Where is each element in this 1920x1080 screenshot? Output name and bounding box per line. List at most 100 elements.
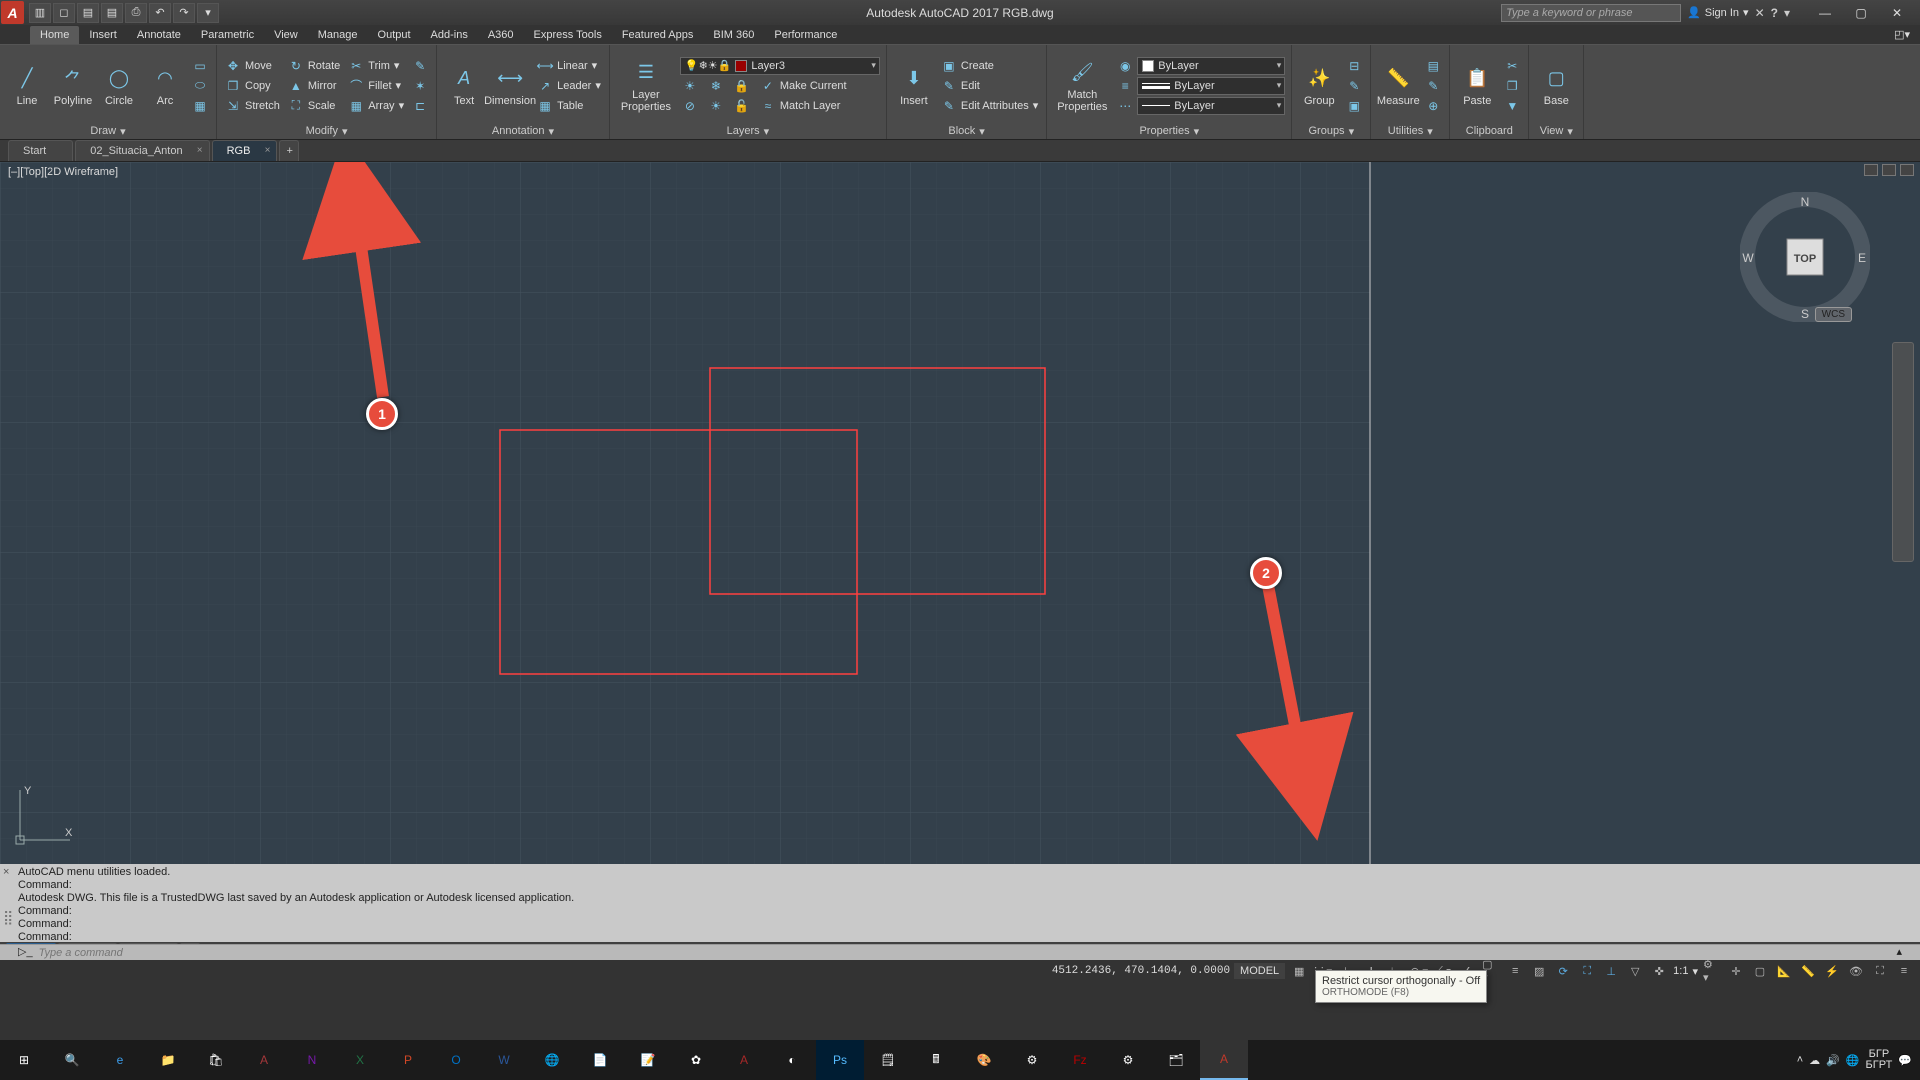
settings-icon[interactable]: ⚙ <box>1104 1040 1152 1080</box>
insert-button[interactable]: ⬇Insert <box>893 65 935 107</box>
linetype-icon[interactable]: ⋯ <box>1115 97 1135 115</box>
text-button[interactable]: AText <box>443 65 485 107</box>
color-combo[interactable]: ByLayer▾ <box>1137 57 1285 75</box>
group-button[interactable]: ✨Group <box>1298 65 1340 107</box>
util-3-icon[interactable]: ⊕ <box>1423 97 1443 115</box>
match-properties-button[interactable]: 🖌Match Properties <box>1053 59 1111 113</box>
paint-icon[interactable]: 🎨 <box>960 1040 1008 1080</box>
maximize-button[interactable]: ▢ <box>1844 3 1878 23</box>
linear-button[interactable]: ⟷Linear ▾ <box>535 57 603 75</box>
isolate-toggle[interactable]: 👁 <box>1846 962 1866 980</box>
scale-button[interactable]: ⛶Scale <box>286 97 342 115</box>
qat-plot-icon[interactable]: ⎙ <box>125 3 147 23</box>
transparency-toggle[interactable]: ▨ <box>1529 962 1549 980</box>
cmd-close-icon[interactable]: × <box>3 866 9 879</box>
chrome-icon[interactable]: 🌐 <box>528 1040 576 1080</box>
clean-screen-toggle[interactable]: ⛶ <box>1870 962 1890 980</box>
file-icon[interactable]: 📄 <box>576 1040 624 1080</box>
access-icon[interactable]: A <box>240 1040 288 1080</box>
tab-parametric[interactable]: Parametric <box>191 26 264 44</box>
command-line[interactable]: ▷_ ▴ <box>0 944 1920 960</box>
navigation-bar[interactable] <box>1892 342 1914 562</box>
lineweight-toggle[interactable]: ≡ <box>1505 962 1525 980</box>
paste-button[interactable]: 📋Paste <box>1456 65 1498 107</box>
exchange-icon[interactable]: ✕ <box>1755 6 1765 20</box>
app4-icon[interactable]: ⚙ <box>1008 1040 1056 1080</box>
group-edit-icon[interactable]: ✎ <box>1344 77 1364 95</box>
move-button[interactable]: ✥Move <box>223 57 282 75</box>
lineweight-icon[interactable]: ≡ <box>1115 77 1135 95</box>
dimension-button[interactable]: ⟷Dimension <box>489 65 531 107</box>
edge-icon[interactable]: e <box>96 1040 144 1080</box>
offset-button[interactable]: ⊏ <box>410 97 430 115</box>
match-layer-button[interactable]: ≈Match Layer <box>758 97 843 115</box>
selection-filter-toggle[interactable]: ▽ <box>1625 962 1645 980</box>
app-icon[interactable]: A <box>1 1 24 24</box>
file-tab-2[interactable]: RGB× <box>212 140 278 161</box>
table-button[interactable]: ▦Table <box>535 97 603 115</box>
qat-new-icon[interactable]: ▥ <box>29 3 51 23</box>
cut-icon[interactable]: ✂ <box>1502 57 1522 75</box>
language-indicator[interactable]: БГР БГРТ <box>1866 1049 1893 1071</box>
cmd-grip-icon[interactable]: ⣿ <box>3 911 13 924</box>
tray-network-icon[interactable]: 🌐 <box>1846 1054 1860 1067</box>
copy-button[interactable]: ❐Copy <box>223 77 282 95</box>
util-1-icon[interactable]: ▤ <box>1423 57 1443 75</box>
excel-icon[interactable]: X <box>336 1040 384 1080</box>
rect-button[interactable]: ▭ <box>190 57 210 75</box>
circle-button[interactable]: ◯Circle <box>98 65 140 107</box>
tab-output[interactable]: Output <box>368 26 421 44</box>
dynamic-ucs-toggle[interactable]: ⊥ <box>1601 962 1621 980</box>
layer-iso-icon[interactable]: ☀ <box>680 77 700 95</box>
tab-view[interactable]: View <box>264 26 308 44</box>
color-icon[interactable]: ◉ <box>1115 57 1135 75</box>
app3-icon[interactable]: ◐ <box>768 1040 816 1080</box>
util-2-icon[interactable]: ✎ <box>1423 77 1443 95</box>
qat-saveas-icon[interactable]: ▤ <box>101 3 123 23</box>
photoshop-icon[interactable]: Ps <box>816 1040 864 1080</box>
paste-special-icon[interactable]: ▼ <box>1502 97 1522 115</box>
command-input[interactable] <box>39 947 1891 959</box>
tab-insert[interactable]: Insert <box>79 26 127 44</box>
wcs-badge[interactable]: WCS <box>1815 307 1852 322</box>
group-bbox-icon[interactable]: ▣ <box>1344 97 1364 115</box>
layer-off-icon[interactable]: ⊘ <box>680 97 700 115</box>
fillet-button[interactable]: ⌒Fillet ▾ <box>346 77 406 95</box>
file-tab-start[interactable]: Start <box>8 140 73 161</box>
polyline-button[interactable]: ⺈Polyline <box>52 65 94 107</box>
trim-button[interactable]: ✂Trim ▾ <box>346 57 406 75</box>
layer-thaw-icon[interactable]: ☀ <box>706 97 726 115</box>
viewcube[interactable]: TOP N S E W <box>1740 192 1870 322</box>
tab-a360[interactable]: A360 <box>478 26 524 44</box>
hatch-button[interactable]: ▦ <box>190 97 210 115</box>
command-window[interactable]: × ⣿ AutoCAD menu utilities loaded. Comma… <box>0 864 1920 942</box>
mirror-button[interactable]: ▲Mirror <box>286 77 342 95</box>
layer-lock-icon[interactable]: 🔒 <box>732 77 752 95</box>
tray-cloud-icon[interactable]: ☁ <box>1809 1054 1820 1067</box>
qat-save-icon[interactable]: ▤ <box>77 3 99 23</box>
array-button[interactable]: ▦Array ▾ <box>346 97 406 115</box>
new-tab-button[interactable]: + <box>279 140 299 161</box>
layer-unlock-icon[interactable]: 🔓 <box>732 97 752 115</box>
drawing-viewport[interactable]: [–][Top][2D Wireframe] Y X <box>0 162 1920 864</box>
anno-scale-arrow[interactable]: ▾ <box>1692 965 1698 978</box>
qat-redo-icon[interactable]: ↷ <box>173 3 195 23</box>
gizmo-toggle[interactable]: ✜ <box>1649 962 1669 980</box>
search-icon[interactable]: 🔍 <box>48 1040 96 1080</box>
notes-icon[interactable]: 🗒 <box>864 1040 912 1080</box>
tab-featured[interactable]: Featured Apps <box>612 26 704 44</box>
qat-more-icon[interactable]: ▾ <box>197 3 219 23</box>
block-edit-button[interactable]: ✎Edit <box>939 77 1040 95</box>
base-button[interactable]: ▢Base <box>1535 65 1577 107</box>
selection-cycling-toggle[interactable]: ⟳ <box>1553 962 1573 980</box>
onenote-icon[interactable]: N <box>288 1040 336 1080</box>
drawing-canvas[interactable] <box>0 162 1920 864</box>
explode-button[interactable]: ✶ <box>410 77 430 95</box>
annotation-monitor-toggle[interactable]: 📐 <box>1774 962 1794 980</box>
arc-button[interactable]: ◠Arc <box>144 65 186 107</box>
app2-icon[interactable]: A <box>720 1040 768 1080</box>
tab-manage[interactable]: Manage <box>308 26 368 44</box>
file-tab-1[interactable]: 02_Situacia_Anton× <box>75 140 209 161</box>
filezilla-icon[interactable]: Fz <box>1056 1040 1104 1080</box>
make-current-button[interactable]: ✓Make Current <box>758 77 849 95</box>
